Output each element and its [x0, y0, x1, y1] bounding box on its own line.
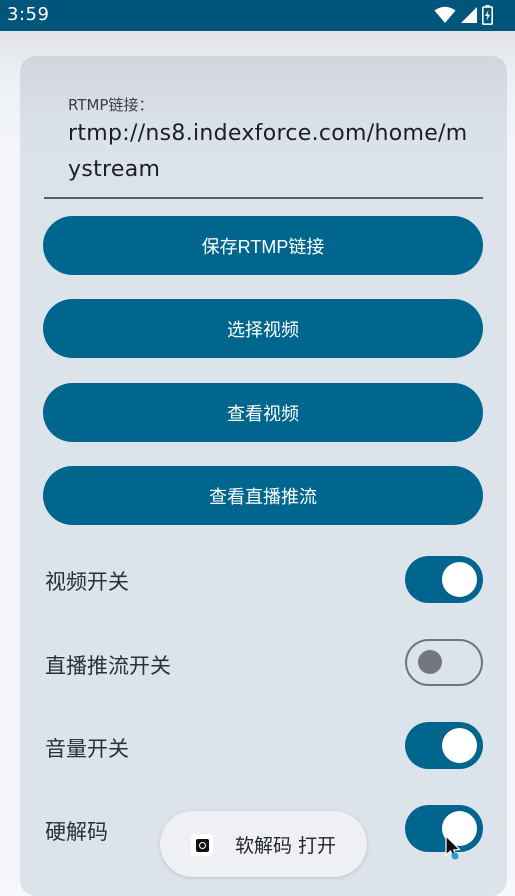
rtmp-url-input[interactable]: rtmp://ns8.indexforce.com/home/mystream: [68, 116, 478, 188]
app-icon: [191, 834, 213, 856]
live-push-switch-label: 直播推流开关: [45, 654, 171, 678]
status-bar: 3:59: [0, 0, 515, 31]
status-icons: [434, 5, 493, 25]
battery-charging-icon: [482, 5, 493, 25]
save-rtmp-button[interactable]: 保存RTMP链接: [43, 216, 483, 275]
wifi-icon: [434, 6, 456, 23]
switch-knob: [442, 562, 477, 597]
video-switch[interactable]: [405, 556, 483, 603]
switch-knob: [442, 728, 477, 763]
toast-message: 软解码 打开: [160, 811, 367, 877]
select-video-button[interactable]: 选择视频: [43, 299, 483, 358]
toast-text: 软解码 打开: [235, 835, 337, 857]
rtmp-url-label: RTMP链接：: [68, 96, 154, 114]
view-video-button[interactable]: 查看视频: [43, 383, 483, 442]
live-push-switch[interactable]: [405, 639, 483, 686]
signal-icon: [461, 7, 477, 23]
status-time: 3:59: [7, 4, 50, 25]
hardware-decode-switch-label: 硬解码: [45, 820, 108, 844]
rtmp-url-underline: [44, 197, 483, 199]
switch-knob: [418, 650, 442, 674]
mouse-cursor-icon: [445, 835, 461, 860]
view-live-push-button[interactable]: 查看直播推流: [43, 466, 483, 525]
volume-switch-label: 音量开关: [45, 737, 129, 761]
volume-switch[interactable]: [405, 722, 483, 769]
video-switch-label: 视频开关: [45, 570, 129, 594]
